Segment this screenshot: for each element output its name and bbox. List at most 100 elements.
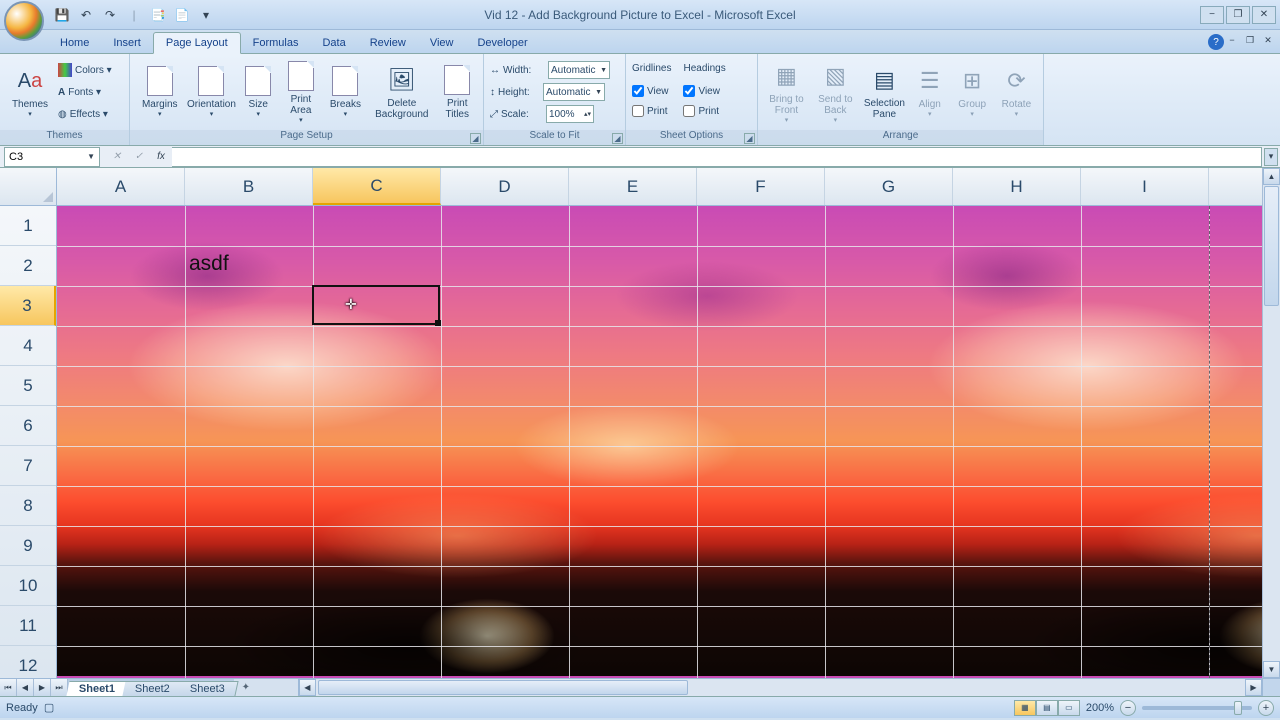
row-header-4[interactable]: 4 bbox=[0, 326, 56, 366]
tab-formulas[interactable]: Formulas bbox=[241, 33, 311, 53]
row-header-1[interactable]: 1 bbox=[0, 206, 56, 246]
row-header-2[interactable]: 2 bbox=[0, 246, 56, 286]
orientation-button[interactable]: Orientation▾ bbox=[187, 57, 235, 127]
row-header-8[interactable]: 8 bbox=[0, 486, 56, 526]
tab-view[interactable]: View bbox=[418, 33, 466, 53]
qat-undo-icon[interactable]: ↶ bbox=[76, 5, 96, 25]
close-button[interactable]: ✕ bbox=[1252, 6, 1276, 24]
gridlines-print-checkbox[interactable]: Print bbox=[632, 101, 671, 121]
scroll-down-button[interactable]: ▼ bbox=[1263, 661, 1280, 678]
zoom-out-button[interactable]: − bbox=[1120, 700, 1136, 716]
hscroll-thumb[interactable] bbox=[318, 680, 688, 695]
scroll-left-button[interactable]: ◀ bbox=[299, 679, 316, 696]
column-headers[interactable]: ABCDEFGHI bbox=[57, 168, 1262, 206]
zoom-slider-thumb[interactable] bbox=[1234, 701, 1242, 715]
print-titles-button[interactable]: Print Titles bbox=[437, 57, 477, 127]
help-icon[interactable]: ? bbox=[1208, 34, 1224, 50]
fx-icon[interactable]: fx bbox=[150, 148, 172, 166]
scroll-right-button[interactable]: ▶ bbox=[1245, 679, 1262, 696]
maximize-button[interactable]: ❐ bbox=[1226, 6, 1250, 24]
headings-view-checkbox[interactable]: View bbox=[683, 81, 725, 101]
effects-button[interactable]: ◍Effects ▾ bbox=[58, 103, 112, 125]
sheet-nav-last[interactable]: ⏭ bbox=[51, 679, 68, 696]
col-header-F[interactable]: F bbox=[697, 168, 825, 205]
col-header-C[interactable]: C bbox=[313, 168, 441, 205]
page-break-view-button[interactable]: ▭ bbox=[1058, 700, 1080, 716]
col-header-I[interactable]: I bbox=[1081, 168, 1209, 205]
scale-dialog-launcher[interactable]: ◢ bbox=[612, 133, 623, 144]
print-area-button[interactable]: Print Area▾ bbox=[281, 57, 321, 127]
office-button[interactable] bbox=[4, 1, 44, 41]
size-button[interactable]: Size▾ bbox=[239, 57, 277, 127]
gridlines-view-checkbox[interactable]: View bbox=[632, 81, 671, 101]
sheet-nav-prev[interactable]: ◀ bbox=[17, 679, 34, 696]
tab-home[interactable]: Home bbox=[48, 33, 101, 53]
tab-insert[interactable]: Insert bbox=[101, 33, 153, 53]
horizontal-scrollbar[interactable]: ◀ ▶ bbox=[298, 679, 1262, 696]
margins-button[interactable]: Margins▾ bbox=[136, 57, 183, 127]
qat-save-icon[interactable]: 💾 bbox=[52, 5, 72, 25]
breaks-button[interactable]: Breaks▾ bbox=[325, 57, 367, 127]
qat-custom1-icon[interactable]: 📑 bbox=[148, 5, 168, 25]
tab-page-layout[interactable]: Page Layout bbox=[153, 32, 241, 54]
row-header-12[interactable]: 12 bbox=[0, 646, 56, 678]
split-grip[interactable] bbox=[1262, 679, 1280, 696]
tab-data[interactable]: Data bbox=[310, 33, 357, 53]
hscroll-track[interactable] bbox=[316, 679, 1245, 696]
name-box[interactable]: C3▼ bbox=[4, 147, 100, 167]
delete-background-button[interactable]: 🖼Delete Background bbox=[370, 57, 433, 127]
row-header-6[interactable]: 6 bbox=[0, 406, 56, 446]
col-header-D[interactable]: D bbox=[441, 168, 569, 205]
headings-print-checkbox[interactable]: Print bbox=[683, 101, 725, 121]
row-header-10[interactable]: 10 bbox=[0, 566, 56, 606]
cell-B2[interactable]: asdf bbox=[185, 252, 229, 276]
sheet-options-dialog-launcher[interactable]: ◢ bbox=[744, 133, 755, 144]
qat-redo-icon[interactable]: ↷ bbox=[100, 5, 120, 25]
zoom-level[interactable]: 200% bbox=[1086, 702, 1114, 714]
sheet-tab-sheet2[interactable]: Sheet2 bbox=[122, 681, 183, 696]
tab-review[interactable]: Review bbox=[358, 33, 418, 53]
themes-button[interactable]: Aa Themes▾ bbox=[6, 57, 54, 127]
height-combo[interactable]: Automatic▼ bbox=[543, 83, 605, 101]
qat-customize-icon[interactable]: ▾ bbox=[196, 5, 216, 25]
zoom-slider[interactable] bbox=[1142, 706, 1252, 710]
width-combo[interactable]: Automatic▼ bbox=[548, 61, 610, 79]
row-header-11[interactable]: 11 bbox=[0, 606, 56, 646]
row-header-9[interactable]: 9 bbox=[0, 526, 56, 566]
col-header-A[interactable]: A bbox=[57, 168, 185, 205]
sheet-tab-sheet3[interactable]: Sheet3 bbox=[177, 681, 238, 696]
tab-developer[interactable]: Developer bbox=[465, 33, 539, 53]
vertical-scrollbar[interactable]: ▲ ▼ bbox=[1262, 168, 1280, 678]
col-header-B[interactable]: B bbox=[185, 168, 313, 205]
row-header-3[interactable]: 3 bbox=[0, 286, 56, 326]
worksheet-grid[interactable]: ABCDEFGHI 123456789101112 asdf ✛ ▲ ▼ bbox=[0, 168, 1280, 678]
sheet-nav-next[interactable]: ▶ bbox=[34, 679, 51, 696]
minimize-button[interactable]: − bbox=[1200, 6, 1224, 24]
scale-spinner[interactable]: 100%▴▾ bbox=[546, 105, 594, 123]
col-header-G[interactable]: G bbox=[825, 168, 953, 205]
row-header-7[interactable]: 7 bbox=[0, 446, 56, 486]
normal-view-button[interactable]: ▦ bbox=[1014, 700, 1036, 716]
colors-button[interactable]: Colors ▾ bbox=[58, 59, 112, 81]
scroll-up-button[interactable]: ▲ bbox=[1263, 168, 1280, 185]
workbook-close[interactable]: ✕ bbox=[1260, 33, 1276, 47]
macro-record-icon[interactable]: ▢ bbox=[44, 702, 54, 714]
row-headers[interactable]: 123456789101112 bbox=[0, 206, 57, 678]
select-all-corner[interactable] bbox=[0, 168, 57, 206]
workbook-minimize[interactable]: − bbox=[1224, 33, 1240, 47]
zoom-in-button[interactable]: + bbox=[1258, 700, 1274, 716]
fonts-button[interactable]: AFonts ▾ bbox=[58, 81, 112, 103]
cells-area[interactable]: asdf ✛ bbox=[57, 206, 1262, 678]
qat-custom2-icon[interactable]: 📄 bbox=[172, 5, 192, 25]
page-setup-dialog-launcher[interactable]: ◢ bbox=[470, 133, 481, 144]
page-layout-view-button[interactable]: ▤ bbox=[1036, 700, 1058, 716]
row-header-5[interactable]: 5 bbox=[0, 366, 56, 406]
col-header-H[interactable]: H bbox=[953, 168, 1081, 205]
formula-input[interactable] bbox=[172, 147, 1262, 167]
sheet-tab-sheet1[interactable]: Sheet1 bbox=[66, 681, 128, 696]
selection-pane-button[interactable]: ▤Selection Pane bbox=[862, 57, 907, 127]
formula-expand-button[interactable]: ▾ bbox=[1264, 148, 1278, 166]
col-header-E[interactable]: E bbox=[569, 168, 697, 205]
vscroll-thumb[interactable] bbox=[1264, 186, 1279, 306]
workbook-restore[interactable]: ❐ bbox=[1242, 33, 1258, 47]
